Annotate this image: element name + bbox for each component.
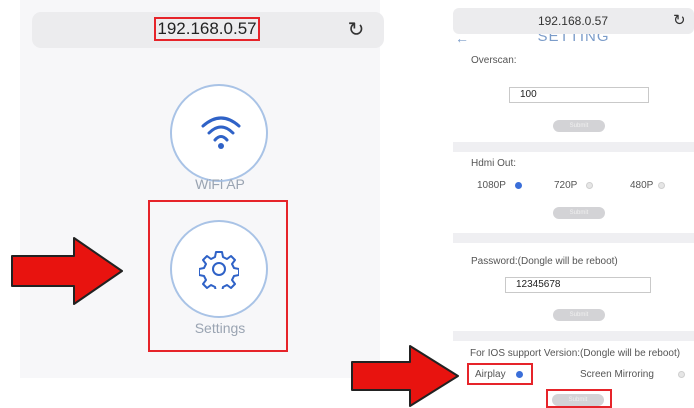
wifi-ap-label: WiFi AP: [195, 176, 245, 192]
ios-submit-button[interactable]: Submit: [552, 394, 604, 406]
hdmi-1080p-radio[interactable]: [515, 182, 522, 189]
password-submit-button[interactable]: Submit: [553, 309, 605, 321]
ios-version-label: For IOS support Version:(Dongle will be …: [470, 348, 681, 359]
hdmi-submit-button[interactable]: Submit: [553, 207, 605, 219]
airplay-radio[interactable]: [516, 371, 523, 378]
divider: [453, 233, 694, 243]
gear-icon: [199, 251, 239, 289]
overscan-submit-button[interactable]: Submit: [553, 120, 605, 132]
hdmi-480p-label[interactable]: 480P: [630, 180, 653, 191]
hdmi-1080p-label[interactable]: 1080P: [477, 180, 506, 191]
password-label: Password:(Dongle will be reboot): [471, 256, 618, 267]
password-input[interactable]: 12345678: [505, 277, 651, 293]
airplay-label[interactable]: Airplay: [475, 369, 506, 380]
arrow-right-icon: [11, 237, 123, 305]
back-arrow-icon[interactable]: ←: [455, 30, 469, 46]
hdmi-720p-label[interactable]: 720P: [554, 180, 577, 191]
settings-label: Settings: [194, 320, 246, 336]
arrow-right-icon: [351, 345, 459, 407]
page-title: SETTING: [537, 34, 610, 45]
wifi-ap-button[interactable]: [170, 84, 268, 182]
right-phone-screen: 192.168.0.57 ↻ SETTING ← Overscan: 100 S…: [453, 0, 694, 408]
refresh-icon[interactable]: ↻: [344, 16, 368, 44]
screen-mirroring-radio[interactable]: [678, 371, 685, 378]
page-title-clip: SETTING: [453, 34, 694, 46]
screen-mirroring-label[interactable]: Screen Mirroring: [580, 369, 654, 380]
divider: [453, 331, 694, 341]
address-bar[interactable]: 192.168.0.57 ↻: [453, 8, 694, 34]
hdmi-out-label: Hdmi Out:: [471, 158, 517, 169]
settings-button[interactable]: [170, 220, 268, 318]
wifi-icon: [201, 116, 241, 149]
divider: [453, 142, 694, 152]
hdmi-480p-radio[interactable]: [658, 182, 665, 189]
overscan-input[interactable]: 100: [509, 87, 649, 103]
left-phone-screen: 192.168.0.57 ↻ WiFi AP Settings: [20, 0, 384, 378]
url-text-highlighted[interactable]: 192.168.0.57: [154, 17, 260, 41]
overscan-label: Overscan:: [471, 55, 517, 66]
refresh-icon[interactable]: ↻: [673, 10, 686, 32]
url-text[interactable]: 192.168.0.57: [513, 12, 633, 30]
address-bar[interactable]: 192.168.0.57 ↻: [32, 12, 384, 48]
hdmi-720p-radio[interactable]: [586, 182, 593, 189]
